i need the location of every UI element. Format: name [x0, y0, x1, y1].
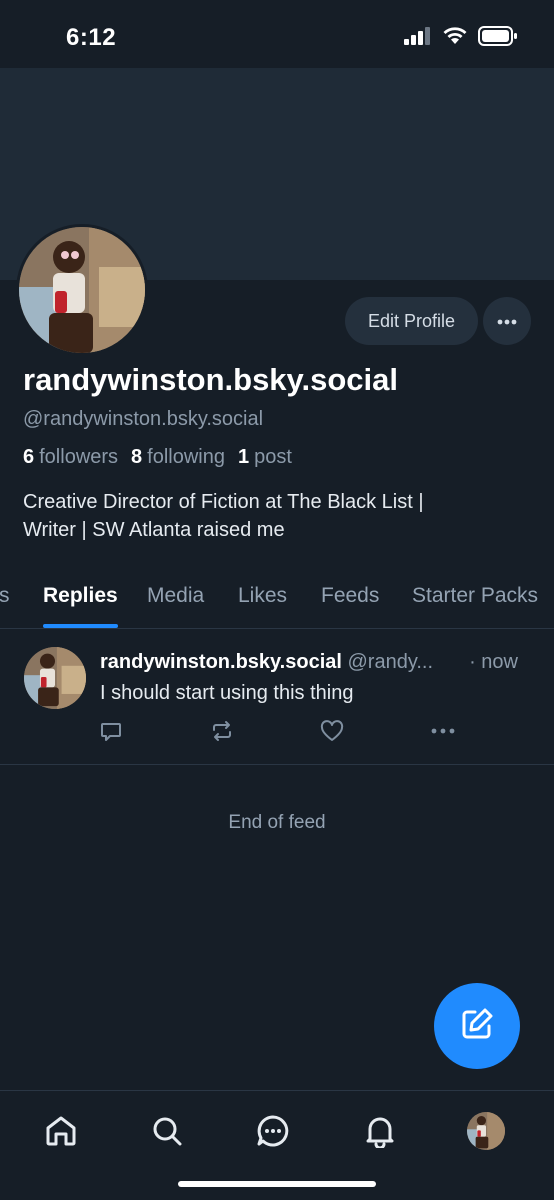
status-bar: 6:12	[0, 0, 554, 68]
bio-line-2: Writer | SW Atlanta raised me	[23, 519, 285, 541]
active-tab-indicator	[43, 624, 118, 628]
following-link[interactable]: 8 following	[131, 446, 225, 469]
followers-label: followers	[39, 446, 119, 468]
home-icon[interactable]	[41, 1111, 81, 1151]
tab-starter-packs[interactable]: Starter Packs	[412, 584, 538, 608]
nav-avatar-image	[467, 1112, 505, 1150]
tab-feeds[interactable]: Feeds	[321, 584, 379, 608]
profile-handle: @randywinston.bsky.social	[23, 408, 264, 430]
compose-post-button[interactable]	[434, 983, 520, 1069]
end-of-feed-label: End of feed	[228, 812, 326, 833]
status-time: 6:12	[66, 24, 117, 51]
tab-likes[interactable]: Likes	[238, 584, 287, 608]
profile-avatar[interactable]	[16, 224, 148, 356]
post-text: I should start using this thing	[100, 682, 354, 704]
bio-line-1: Creative Director of Fiction at The Blac…	[23, 491, 424, 513]
post-actions	[0, 719, 554, 743]
home-indicator[interactable]	[178, 1181, 376, 1187]
tab-media[interactable]: Media	[147, 584, 204, 608]
search-icon[interactable]	[147, 1111, 187, 1151]
reply-icon[interactable]	[99, 719, 123, 743]
followers-count: 6	[23, 446, 35, 468]
post-more-icon[interactable]	[431, 719, 455, 743]
posts-count: 1	[238, 446, 250, 468]
status-icons	[404, 26, 518, 51]
post-timestamp: · now	[469, 651, 518, 673]
display-name: randywinston.bsky.social	[23, 362, 398, 397]
post-author-name[interactable]: randywinston.bsky.social	[100, 651, 342, 673]
posts-stat: 1 post	[238, 446, 292, 469]
like-icon[interactable]	[320, 719, 344, 743]
battery-icon	[478, 26, 518, 51]
ellipsis-icon	[497, 312, 517, 330]
post-author-avatar[interactable]	[24, 647, 86, 709]
tab-replies[interactable]: Replies	[43, 584, 118, 608]
signal-icon	[404, 27, 432, 50]
followers-link[interactable]: 6 followers	[23, 446, 118, 469]
posts-label: post	[254, 446, 292, 468]
profile-avatar-nav[interactable]	[466, 1111, 506, 1151]
profile-bio: Creative Director of Fiction at The Blac…	[23, 488, 523, 544]
tab-posts[interactable]: Posts	[0, 584, 10, 608]
profile-tabs: Posts Replies Media Likes Feeds Starter …	[0, 570, 554, 629]
edit-profile-button[interactable]: Edit Profile	[345, 297, 478, 345]
following-count: 8	[131, 446, 143, 468]
post-author-handle[interactable]: @randy...	[348, 651, 434, 673]
post-header: randywinston.bsky.social @randy... · now	[100, 651, 540, 674]
more-options-button[interactable]	[483, 297, 531, 345]
feed-post[interactable]: randywinston.bsky.social @randy... · now…	[0, 629, 554, 765]
chat-icon[interactable]	[253, 1111, 293, 1151]
compose-icon	[459, 1006, 495, 1047]
profile-stats: 6 followers 8 following 1 post	[23, 446, 292, 469]
bell-icon[interactable]	[360, 1111, 400, 1151]
wifi-icon	[442, 26, 468, 51]
following-label: following	[147, 446, 225, 468]
repost-icon[interactable]	[210, 719, 234, 743]
